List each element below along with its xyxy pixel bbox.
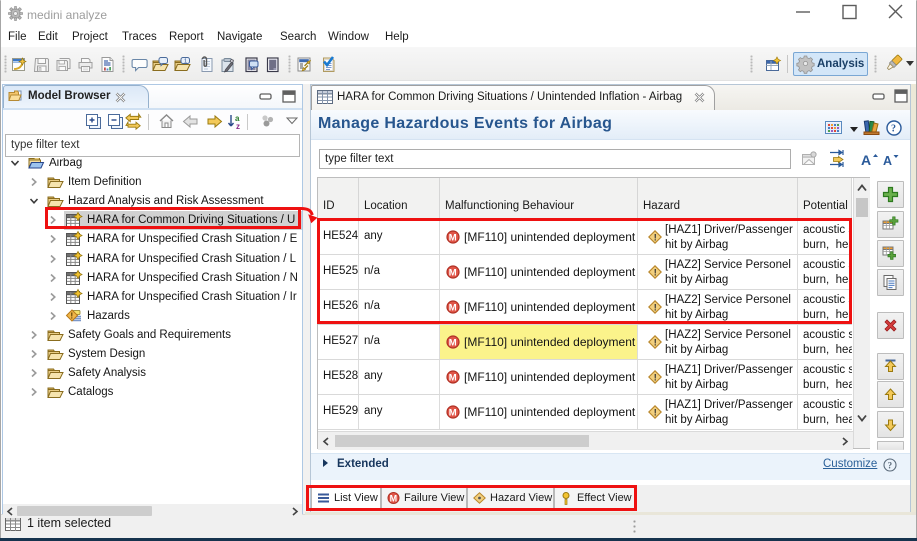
svg-text:!: ! xyxy=(654,372,657,382)
svg-text:M: M xyxy=(449,373,457,384)
svg-text:1: 1 xyxy=(184,59,187,65)
svg-text:A: A xyxy=(861,152,871,168)
svg-text:?: ? xyxy=(888,460,893,470)
svg-text:M: M xyxy=(449,408,457,419)
svg-text:z: z xyxy=(236,122,240,131)
svg-text:A: A xyxy=(883,154,892,168)
svg-text:!: ! xyxy=(70,311,73,321)
svg-text:?: ? xyxy=(891,124,896,135)
svg-text:!: ! xyxy=(654,407,657,417)
svg-text:!: ! xyxy=(654,337,657,347)
svg-text:M: M xyxy=(449,338,457,349)
